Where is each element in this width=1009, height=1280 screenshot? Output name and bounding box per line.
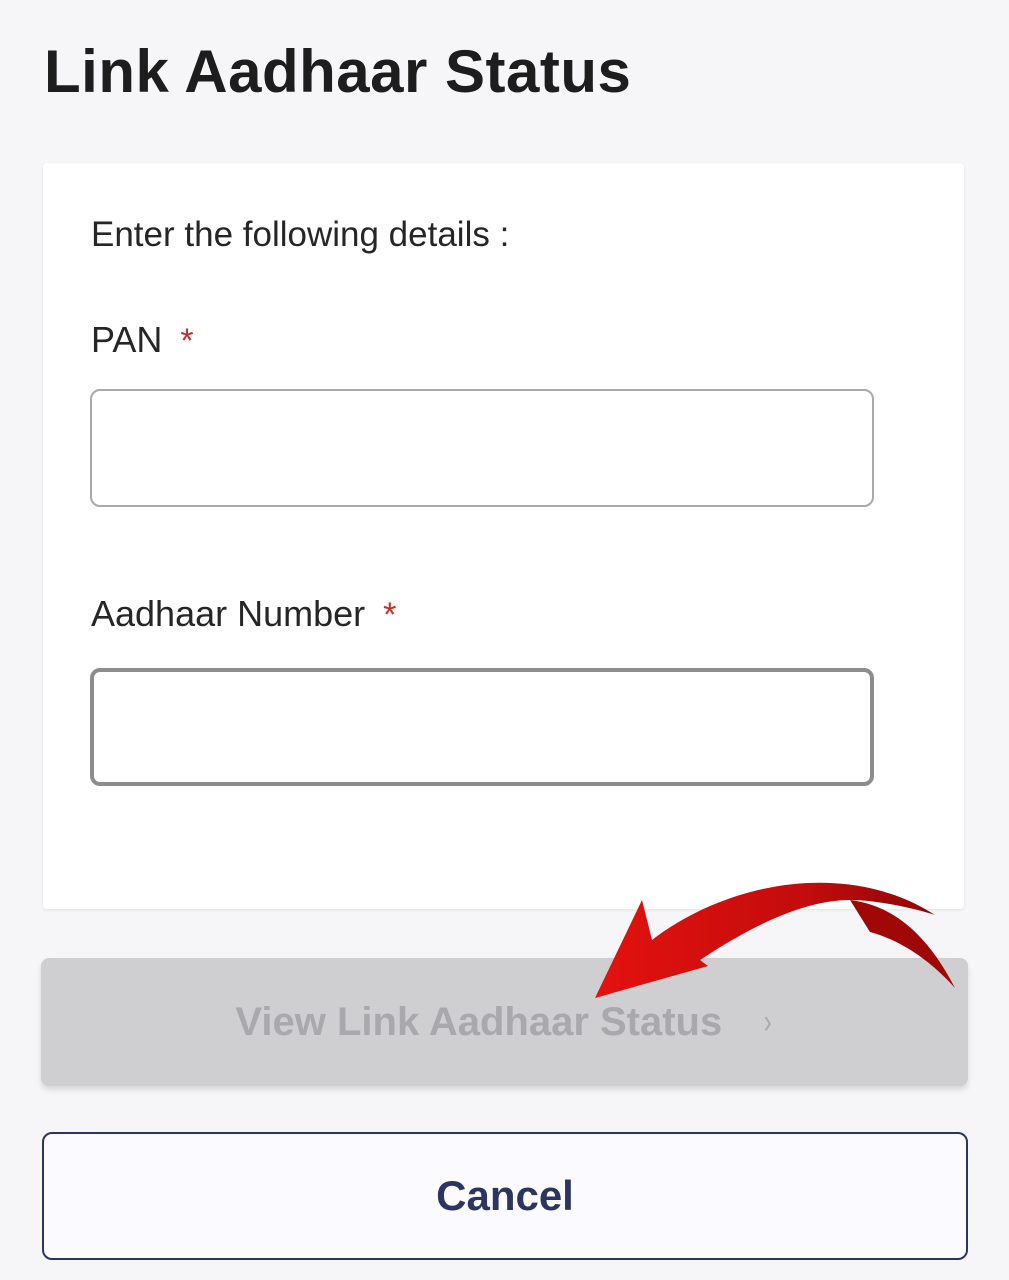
- aadhaar-number-label-text: Aadhaar Number: [91, 593, 366, 634]
- pan-label-text: PAN: [91, 319, 163, 360]
- page-title: Link Aadhaar Status: [44, 38, 632, 105]
- pan-label: PAN *: [91, 319, 194, 361]
- aadhaar-required-mark: *: [383, 596, 397, 634]
- aadhaar-number-input[interactable]: [90, 668, 874, 786]
- view-link-aadhaar-status-label: View Link Aadhaar Status: [235, 999, 723, 1044]
- aadhaar-number-label: Aadhaar Number *: [91, 593, 396, 635]
- form-card: Enter the following details : PAN * Aadha…: [43, 163, 964, 909]
- view-link-aadhaar-status-button[interactable]: View Link Aadhaar Status ›: [41, 958, 968, 1086]
- chevron-right-icon: ›: [763, 1002, 772, 1041]
- form-instructions: Enter the following details :: [91, 215, 510, 254]
- pan-input[interactable]: [90, 389, 874, 507]
- pan-required-mark: *: [180, 322, 194, 360]
- cancel-button[interactable]: Cancel: [42, 1132, 968, 1260]
